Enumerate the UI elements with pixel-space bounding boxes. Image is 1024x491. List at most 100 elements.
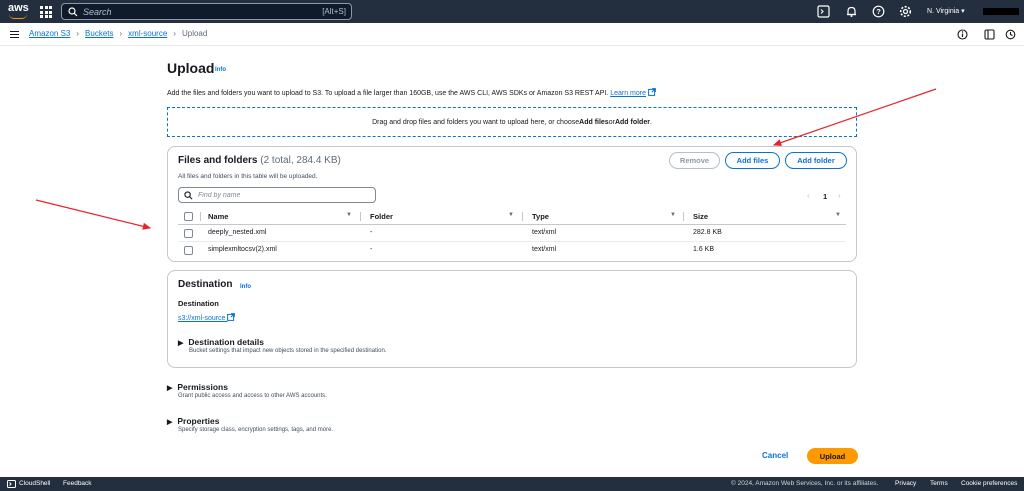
dropzone-text: Drag and drop files and folders you want… xyxy=(372,118,580,126)
table-row[interactable]: simplexmltocsv(2).xml - text/xml 1.6 KB xyxy=(178,242,846,259)
account-menu[interactable] xyxy=(983,8,1019,15)
learn-more-link[interactable]: Learn more xyxy=(610,90,646,97)
chevron-right-icon: › xyxy=(119,29,123,38)
properties-title: Properties xyxy=(177,416,220,426)
column-folder[interactable]: Folder xyxy=(370,212,393,221)
caret-right-icon: ▶ xyxy=(167,419,173,426)
dropzone-folder-label: Add folder xyxy=(614,118,650,126)
permissions-title: Permissions xyxy=(177,382,228,392)
bell-icon[interactable] xyxy=(845,5,858,18)
column-divider xyxy=(200,212,201,221)
sort-caret-icon[interactable]: ▼ xyxy=(670,212,676,218)
intro-description: Add the files and folders you want to up… xyxy=(167,90,609,97)
destination-info-link[interactable]: Info xyxy=(240,284,251,290)
destination-details-title: Destination details xyxy=(188,337,264,347)
destination-title: Destination xyxy=(178,279,233,290)
top-navigation: aws [Alt+S] ? N. Virginia ▾ xyxy=(0,0,1024,23)
files-panel-title: Files and folders (2 total, 284.4 KB) xyxy=(178,155,341,166)
destination-uri-link[interactable]: s3://xml-source xyxy=(178,315,225,322)
file-size: 282.8 KB xyxy=(693,229,722,236)
cloudshell-icon xyxy=(7,480,16,488)
info-circle-icon[interactable] xyxy=(957,29,968,40)
drop-zone[interactable]: Drag and drop files and folders you want… xyxy=(167,107,857,137)
file-size: 1.6 KB xyxy=(693,246,715,253)
file-folder: - xyxy=(370,229,373,236)
caret-right-icon: ▶ xyxy=(178,340,184,347)
destination-uri-group: s3://xml-source xyxy=(178,313,236,322)
settings-icon[interactable] xyxy=(899,5,912,18)
remove-button[interactable]: Remove xyxy=(669,152,720,169)
row-checkbox[interactable] xyxy=(184,229,193,238)
external-link-icon xyxy=(648,88,656,96)
previous-page-icon[interactable]: ‹ xyxy=(807,191,810,200)
destination-details-expander[interactable]: ▶ Destination details xyxy=(178,337,264,347)
caret-right-icon: ▶ xyxy=(167,385,173,392)
intro-text: Add the files and folders you want to up… xyxy=(167,88,656,97)
footer-cookie-preferences-link[interactable]: Cookie preferences xyxy=(961,480,1017,487)
files-panel-subtitle: All files and folders in this table will… xyxy=(178,173,318,180)
sort-caret-icon[interactable]: ▼ xyxy=(508,212,514,218)
footer-terms-link[interactable]: Terms xyxy=(930,480,948,487)
dropzone-files-label: Add files xyxy=(579,118,609,126)
search-icon xyxy=(68,6,78,16)
file-folder: - xyxy=(370,246,373,253)
search-bar[interactable]: [Alt+S] xyxy=(61,3,352,20)
breadcrumb-buckets[interactable]: Buckets xyxy=(85,29,113,38)
svg-text:?: ? xyxy=(876,7,881,16)
footer-privacy-link[interactable]: Privacy xyxy=(895,480,916,487)
search-icon xyxy=(184,190,193,199)
files-table: Name ▼ Folder ▼ Type ▼ Size ▼ deeply_nes… xyxy=(178,208,846,259)
search-input[interactable] xyxy=(83,6,303,17)
files-count: (2 total, 284.4 KB) xyxy=(260,155,341,166)
permissions-expander[interactable]: ▶ Permissions xyxy=(167,382,228,392)
chevron-right-icon: › xyxy=(173,29,176,38)
footer-copyright: © 2024, Amazon Web Services, Inc. or its… xyxy=(731,480,879,487)
aws-logo[interactable]: aws xyxy=(8,3,30,20)
row-checkbox[interactable] xyxy=(184,246,193,255)
region-selector[interactable]: N. Virginia ▾ xyxy=(927,7,965,15)
destination-label: Destination xyxy=(178,299,219,308)
breadcrumb-bucket[interactable]: xml-source xyxy=(128,29,167,38)
services-menu-icon[interactable] xyxy=(38,4,54,19)
add-files-button[interactable]: Add files xyxy=(725,152,780,169)
upload-button[interactable]: Upload xyxy=(807,448,858,464)
external-link-icon xyxy=(227,313,236,321)
table-row[interactable]: deeply_nested.xml - text/xml 282.8 KB xyxy=(178,225,846,242)
search-shortcut: [Alt+S] xyxy=(322,7,346,16)
table-header: Name ▼ Folder ▼ Type ▼ Size ▼ xyxy=(178,208,846,225)
page-title: Upload xyxy=(167,60,215,76)
cancel-button[interactable]: Cancel xyxy=(762,451,788,460)
menu-icon[interactable] xyxy=(10,31,19,38)
column-divider xyxy=(683,212,684,221)
breadcrumb-current: Upload xyxy=(181,29,208,38)
cloudshell-icon[interactable] xyxy=(817,5,830,18)
info-link[interactable]: Info xyxy=(215,67,226,73)
destination-details-subtitle: Bucket settings that impact new objects … xyxy=(189,348,387,354)
next-page-icon[interactable]: › xyxy=(838,191,841,200)
column-type[interactable]: Type xyxy=(532,212,549,221)
filter-input[interactable] xyxy=(198,191,368,199)
sort-caret-icon[interactable]: ▼ xyxy=(346,212,352,218)
filter-box[interactable] xyxy=(178,187,376,203)
panel-icon[interactable] xyxy=(984,29,995,40)
footer-cloudshell-link[interactable]: CloudShell xyxy=(19,480,50,487)
breadcrumb-amazon-s3[interactable]: Amazon S3 xyxy=(29,29,70,38)
breadcrumb-bar: Amazon S3 › Buckets › xml-source › Uploa… xyxy=(0,23,1024,46)
column-size[interactable]: Size xyxy=(693,212,708,221)
column-name[interactable]: Name xyxy=(208,212,228,221)
annotation-arrow-to-file-list xyxy=(35,199,152,230)
permissions-subtitle: Grant public access and access to other … xyxy=(178,393,327,399)
help-icon[interactable]: ? xyxy=(872,5,885,18)
select-all-checkbox[interactable] xyxy=(184,212,193,221)
dropzone-end: . xyxy=(649,118,652,126)
column-divider xyxy=(360,212,361,221)
footer-feedback-link[interactable]: Feedback xyxy=(63,480,92,487)
properties-subtitle: Specify storage class, encryption settin… xyxy=(178,427,334,433)
sort-caret-icon[interactable]: ▼ xyxy=(835,212,841,218)
column-divider xyxy=(522,212,523,221)
file-name: deeply_nested.xml xyxy=(208,229,267,236)
properties-expander[interactable]: ▶ Properties xyxy=(167,416,219,426)
page-number[interactable]: 1 xyxy=(823,192,827,201)
add-folder-button[interactable]: Add folder xyxy=(785,152,847,169)
history-icon[interactable] xyxy=(1005,29,1016,40)
